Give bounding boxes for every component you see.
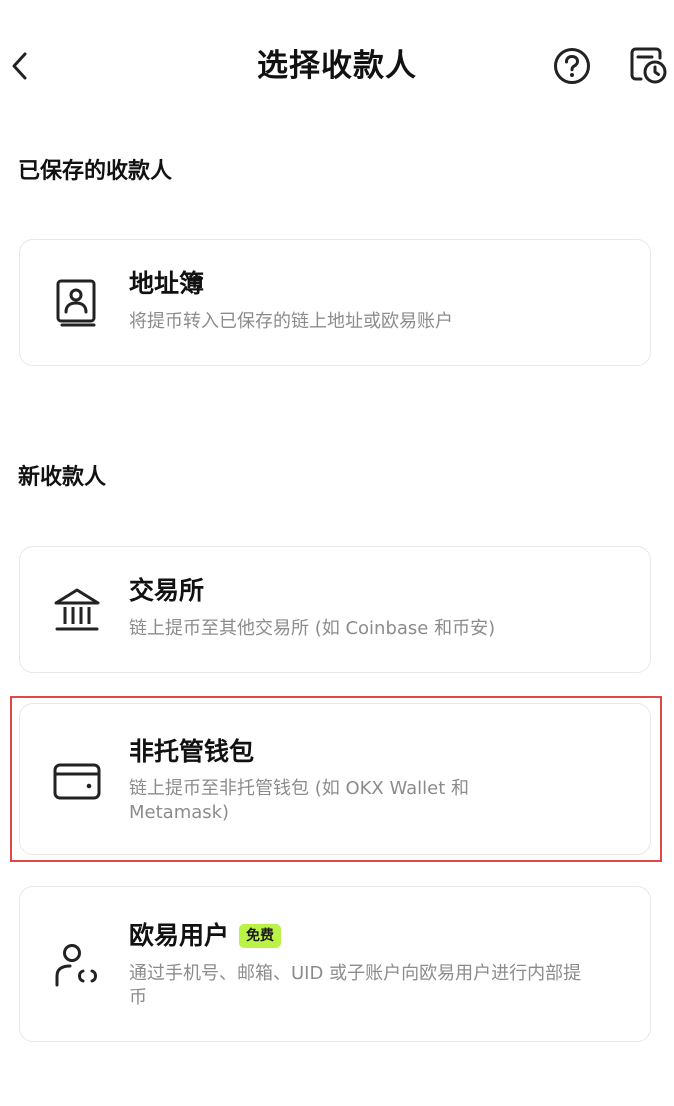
- card-icon-wrap: [52, 585, 102, 635]
- bank-icon: [54, 588, 100, 631]
- saved-payees-heading: 已保存的收款人: [18, 159, 173, 184]
- address-book-icon: [56, 279, 96, 327]
- user-transfer-icon: [55, 944, 98, 987]
- card-description: 链上提币至其他交易所 (如 Coinbase 和币安): [129, 618, 496, 639]
- okx-user-card[interactable]: 欧易用户 免费 通过手机号、邮箱、UID 或子账户向欧易用户进行内部提币: [19, 886, 651, 1042]
- card-title: 地址簿: [129, 269, 205, 298]
- card-description: 将提币转入已保存的链上地址或欧易账户: [129, 311, 453, 332]
- card-title: 非托管钱包: [129, 737, 255, 766]
- card-icon-wrap: [52, 941, 102, 991]
- address-book-card[interactable]: 地址簿 将提币转入已保存的链上地址或欧易账户: [19, 239, 651, 366]
- card-icon-wrap: [52, 278, 102, 328]
- card-title: 欧易用户 免费: [129, 919, 282, 953]
- new-payees-heading: 新收款人: [18, 465, 107, 490]
- card-description: 链上提币至非托管钱包 (如 OKX Wallet 和 Metamask): [129, 778, 470, 823]
- exchange-card[interactable]: 交易所 链上提币至其他交易所 (如 Coinbase 和币安): [19, 546, 651, 673]
- free-badge: 免费: [239, 924, 282, 948]
- wallet-icon: [53, 763, 101, 800]
- help-circle-icon: [554, 48, 590, 84]
- card-icon-wrap: [52, 756, 102, 806]
- history-icon: [630, 47, 667, 84]
- non-custodial-wallet-card[interactable]: 非托管钱包 链上提币至非托管钱包 (如 OKX Wallet 和 Metamas…: [19, 703, 651, 855]
- header: 选择收款人: [0, 0, 674, 130]
- card-title: 交易所: [129, 576, 205, 605]
- help-button[interactable]: [551, 45, 593, 87]
- card-title-text: 欧易用户: [129, 921, 230, 950]
- history-button[interactable]: [626, 43, 670, 87]
- card-description: 通过手机号、邮箱、UID 或子账户向欧易用户进行内部提币: [129, 963, 582, 1008]
